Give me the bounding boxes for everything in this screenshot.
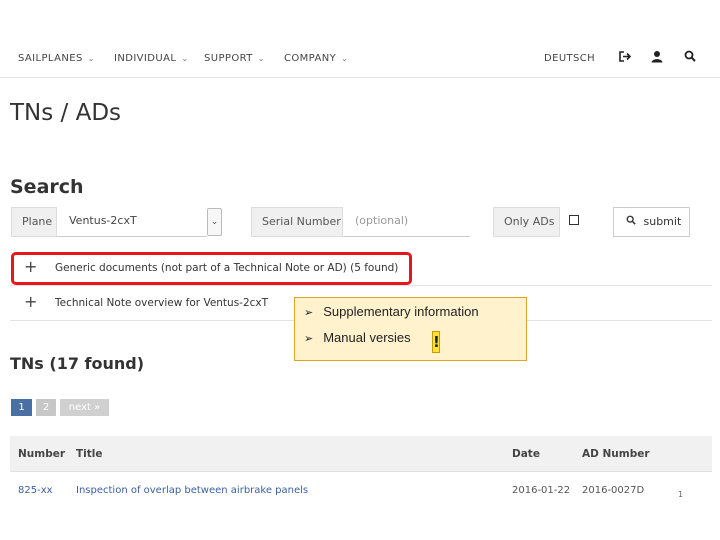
callout-item-text: Supplementary information: [323, 304, 479, 319]
nav-item-company[interactable]: COMPANY ⌄: [284, 53, 348, 64]
callout-item: ➢ Manual versies: [304, 330, 411, 345]
nav-label: SUPPORT: [204, 53, 253, 64]
language-switch[interactable]: DEUTSCH: [544, 53, 595, 64]
chevron-down-icon: ⌄: [341, 54, 349, 63]
search-icon: [626, 215, 640, 228]
table-header: Number Title Date AD Number: [10, 436, 712, 472]
page-button-1[interactable]: 1: [11, 399, 32, 416]
arrow-bullet-icon: ➢: [304, 307, 314, 319]
serial-number-input[interactable]: (optional): [343, 207, 470, 237]
cell-number[interactable]: 825-xx: [18, 485, 53, 496]
cell-ad-number: 2016-0027D: [582, 485, 645, 496]
column-header-ad-number[interactable]: AD Number: [582, 448, 650, 460]
top-nav: SAILPLANES ⌄ INDIVIDUAL ⌄ SUPPORT ⌄ COMPANY…: [0, 40, 720, 78]
user-icon[interactable]: [651, 50, 663, 67]
slide-number: 1: [678, 490, 684, 499]
next-page-button[interactable]: next »: [60, 399, 109, 416]
only-ads-label: Only ADs: [493, 207, 560, 237]
chevron-down-icon[interactable]: ⌄: [207, 208, 222, 236]
submit-button[interactable]: submit: [613, 207, 690, 237]
nav-item-support[interactable]: SUPPORT ⌄: [204, 53, 265, 64]
column-header-title[interactable]: Title: [76, 448, 103, 460]
chevron-down-icon: ⌄: [181, 54, 189, 63]
cell-title[interactable]: Inspection of overlap between airbrake p…: [76, 485, 308, 496]
cell-date: 2016-01-22: [512, 485, 571, 496]
serial-number-label: Serial Number: [251, 207, 343, 237]
annotation-callout: ➢ Supplementary information ➢ Manual versi…: [294, 297, 527, 361]
page-button-2[interactable]: 2: [36, 399, 56, 416]
nav-label: COMPANY: [284, 53, 337, 64]
callout-item: ➢ Supplementary information: [304, 304, 479, 319]
chevron-down-icon: ⌄: [257, 54, 265, 63]
submit-label: submit: [643, 215, 682, 228]
plane-label: Plane: [11, 207, 57, 237]
search-heading: Search: [10, 176, 84, 198]
only-ads-checkbox[interactable]: [569, 215, 579, 225]
callout-item-text: Manual versies: [323, 330, 411, 345]
nav-item-sailplanes[interactable]: SAILPLANES ⌄: [18, 53, 95, 64]
nav-label: INDIVIDUAL: [114, 53, 177, 64]
column-header-number[interactable]: Number: [18, 448, 65, 460]
login-icon[interactable]: [618, 50, 632, 67]
accordion-label: Technical Note overview for Ventus-2cxT: [55, 297, 269, 309]
tns-heading: TNs (17 found): [10, 354, 145, 373]
nav-label: SAILPLANES: [18, 53, 83, 64]
plus-icon[interactable]: +: [24, 292, 37, 311]
nav-item-individual[interactable]: INDIVIDUAL ⌄: [114, 53, 188, 64]
search-icon[interactable]: [684, 50, 696, 66]
chevron-down-icon: ⌄: [87, 54, 95, 63]
divider: [10, 285, 712, 286]
arrow-bullet-icon: ➢: [304, 333, 314, 345]
plane-select[interactable]: Ventus-2cxT: [57, 207, 207, 237]
exclamation-mark: !: [432, 331, 440, 353]
column-header-date[interactable]: Date: [512, 448, 540, 460]
highlight-box: [11, 252, 412, 285]
page-title: TNs / ADs: [10, 100, 122, 126]
